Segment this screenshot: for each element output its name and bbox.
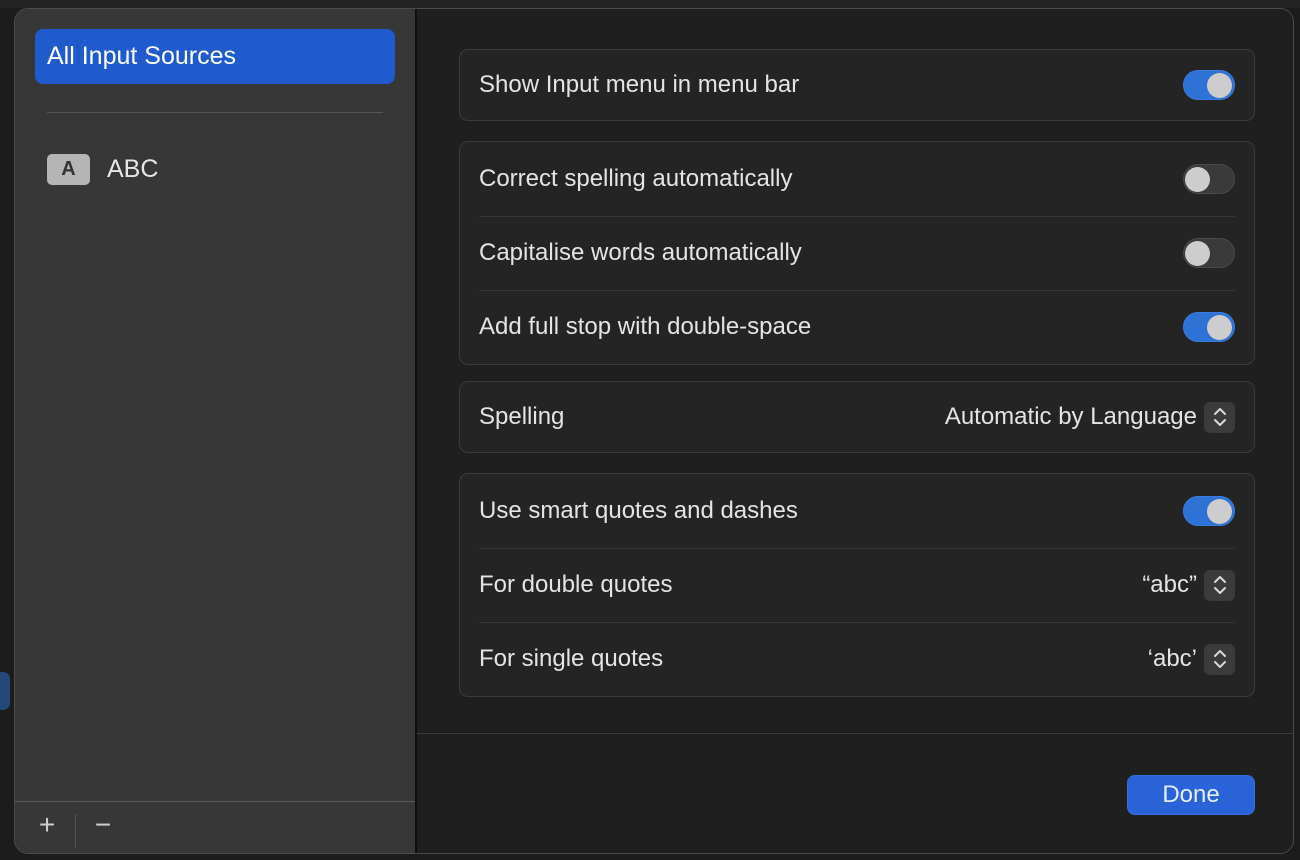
up-down-chevron-icon [1204,401,1235,433]
remove-input-source-button[interactable]: − [83,808,123,842]
show-input-menu-toggle[interactable] [1183,70,1235,100]
add-input-source-button[interactable]: + [27,808,67,842]
sidebar-divider [47,112,383,113]
row-label: Show Input menu in menu bar [479,71,800,98]
row-label: Correct spelling automatically [479,165,793,192]
double-quotes-row: For double quotes “abc” [460,548,1254,622]
input-sources-sheet: All Input Sources A ABC + − Show Input m… [14,8,1294,854]
up-down-chevron-icon [1204,643,1235,675]
background-app-badge [0,672,10,710]
done-button[interactable]: Done [1127,775,1255,815]
done-label: Done [1162,781,1220,808]
row-label: Add full stop with double-space [479,313,812,340]
quotes-group: Use smart quotes and dashes For double q… [459,473,1255,697]
single-quotes-popup[interactable]: ‘abc’ [1147,643,1235,675]
popup-value: “abc” [1142,571,1197,598]
row-label: For single quotes [479,645,664,672]
full-stop-row: Add full stop with double-space [460,290,1254,364]
sidebar-item-label: ABC [107,154,159,183]
full-stop-toggle[interactable] [1183,312,1235,342]
input-source-icon: A [47,153,90,185]
row-label: Use smart quotes and dashes [479,497,798,524]
sidebar-item-all-input-sources[interactable]: All Input Sources [35,29,395,84]
typing-group: Correct spelling automatically Capitalis… [459,141,1255,365]
background-window-edge [0,0,1300,8]
smart-quotes-toggle[interactable] [1183,496,1235,526]
spelling-row: Spelling Automatic by Language [460,382,1254,452]
capitalise-words-row: Capitalise words automatically [460,216,1254,290]
spelling-group: Spelling Automatic by Language [459,381,1255,453]
menu-bar-group: Show Input menu in menu bar [459,49,1255,121]
correct-spelling-toggle[interactable] [1183,164,1235,194]
smart-quotes-row: Use smart quotes and dashes [460,474,1254,548]
settings-pane: Show Input menu in menu bar Correct spel… [417,9,1293,853]
footer-divider [417,733,1293,734]
show-input-menu-row: Show Input menu in menu bar [460,50,1254,120]
sidebar-item-label: All Input Sources [47,42,236,70]
capitalise-words-toggle[interactable] [1183,238,1235,268]
row-label: Capitalise words automatically [479,239,802,266]
up-down-chevron-icon [1204,569,1235,601]
spelling-popup[interactable]: Automatic by Language [944,401,1235,433]
minus-icon: − [94,809,112,840]
correct-spelling-row: Correct spelling automatically [460,142,1254,216]
single-quotes-row: For single quotes ‘abc’ [460,622,1254,696]
sidebar-bottom-bar: + − [15,801,415,853]
plus-icon: + [38,809,56,840]
button-separator [75,814,76,848]
sidebar: All Input Sources A ABC + − [15,9,417,853]
sidebar-item-abc[interactable]: A ABC [47,149,387,189]
row-label: For double quotes [479,571,673,598]
double-quotes-popup[interactable]: “abc” [1142,569,1235,601]
popup-value: Automatic by Language [944,403,1197,430]
row-label: Spelling [479,403,565,430]
popup-value: ‘abc’ [1147,645,1197,672]
